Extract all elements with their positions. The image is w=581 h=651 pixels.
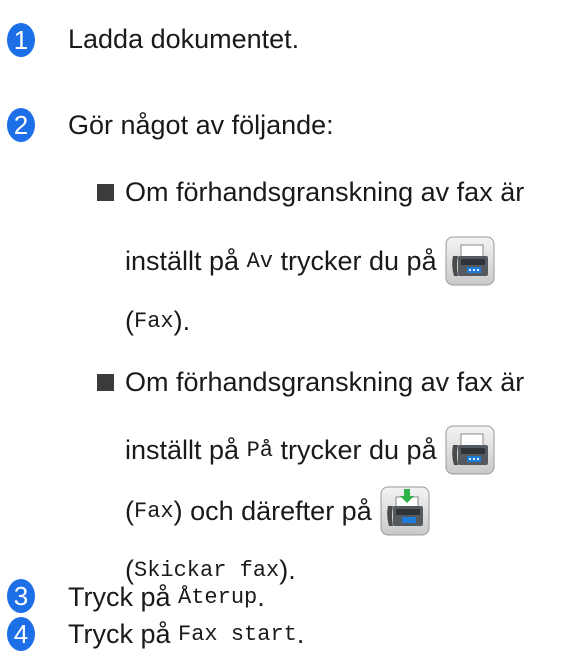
step-3-prefix: Tryck på <box>68 581 171 612</box>
send-fax-button-icon[interactable] <box>380 486 430 536</box>
option-1-value: Av <box>246 248 273 274</box>
option-2-prefix: inställt på <box>125 434 240 465</box>
option-2-suffix: trycker du på <box>280 434 437 465</box>
paren-open: ( <box>125 305 134 336</box>
step-4: 4 <box>7 617 35 651</box>
option-2-button-name: Fax <box>134 498 174 524</box>
step-3-badge: 3 <box>7 579 35 613</box>
option-2-then: ) och därefter på <box>173 495 372 526</box>
option-1-suffix: trycker du på <box>280 245 437 276</box>
option-2-line-2: inställt på På trycker du på <box>125 425 495 475</box>
step-3-value: Återup <box>178 584 258 610</box>
step-2-text: Gör något av följande: <box>68 110 334 140</box>
option-2-value: På <box>246 437 273 463</box>
option-2-line-3: ( Fax ) och därefter på <box>125 486 430 536</box>
step-3-text: Tryck på Återup . <box>68 580 265 614</box>
step-1-text: Ladda dokumentet. <box>68 24 300 54</box>
bullet-icon <box>97 373 114 391</box>
step-1-badge: 1 <box>7 23 35 57</box>
option-2-condition: Om förhandsgranskning av fax är <box>125 366 525 397</box>
option-1-condition: Om förhandsgranskning av fax är <box>125 176 525 207</box>
option-1-prefix: inställt på <box>125 245 240 276</box>
step-1: 1 <box>7 23 35 57</box>
step-2: 2 <box>7 108 35 142</box>
paren-close: ). <box>279 554 296 585</box>
step-4-text: Tryck på Fax start . <box>68 617 304 651</box>
step-3: 3 <box>7 579 35 613</box>
option-1-line-1: Om förhandsgranskning av fax är <box>97 172 524 212</box>
step-3-suffix: . <box>257 581 265 612</box>
paren-open: ( <box>125 495 134 526</box>
step-2-badge: 2 <box>7 108 35 142</box>
step-4-value: Fax start <box>178 621 297 647</box>
step-4-suffix: . <box>296 618 305 649</box>
fax-button-icon[interactable] <box>445 425 495 475</box>
option-2-line-1: Om förhandsgranskning av fax är <box>97 362 524 402</box>
bullet-icon <box>97 183 114 201</box>
fax-button-icon[interactable] <box>445 236 495 286</box>
step-4-prefix: Tryck på <box>68 618 171 649</box>
option-1-button-name: Fax <box>134 308 174 334</box>
step-4-badge: 4 <box>7 617 35 651</box>
option-2-send-button-name: Skickar fax <box>134 557 280 583</box>
option-1-line-2: inställt på Av trycker du på <box>125 236 495 286</box>
paren-close: ). <box>173 305 191 336</box>
option-1-line-3: ( Fax ). <box>125 301 190 341</box>
